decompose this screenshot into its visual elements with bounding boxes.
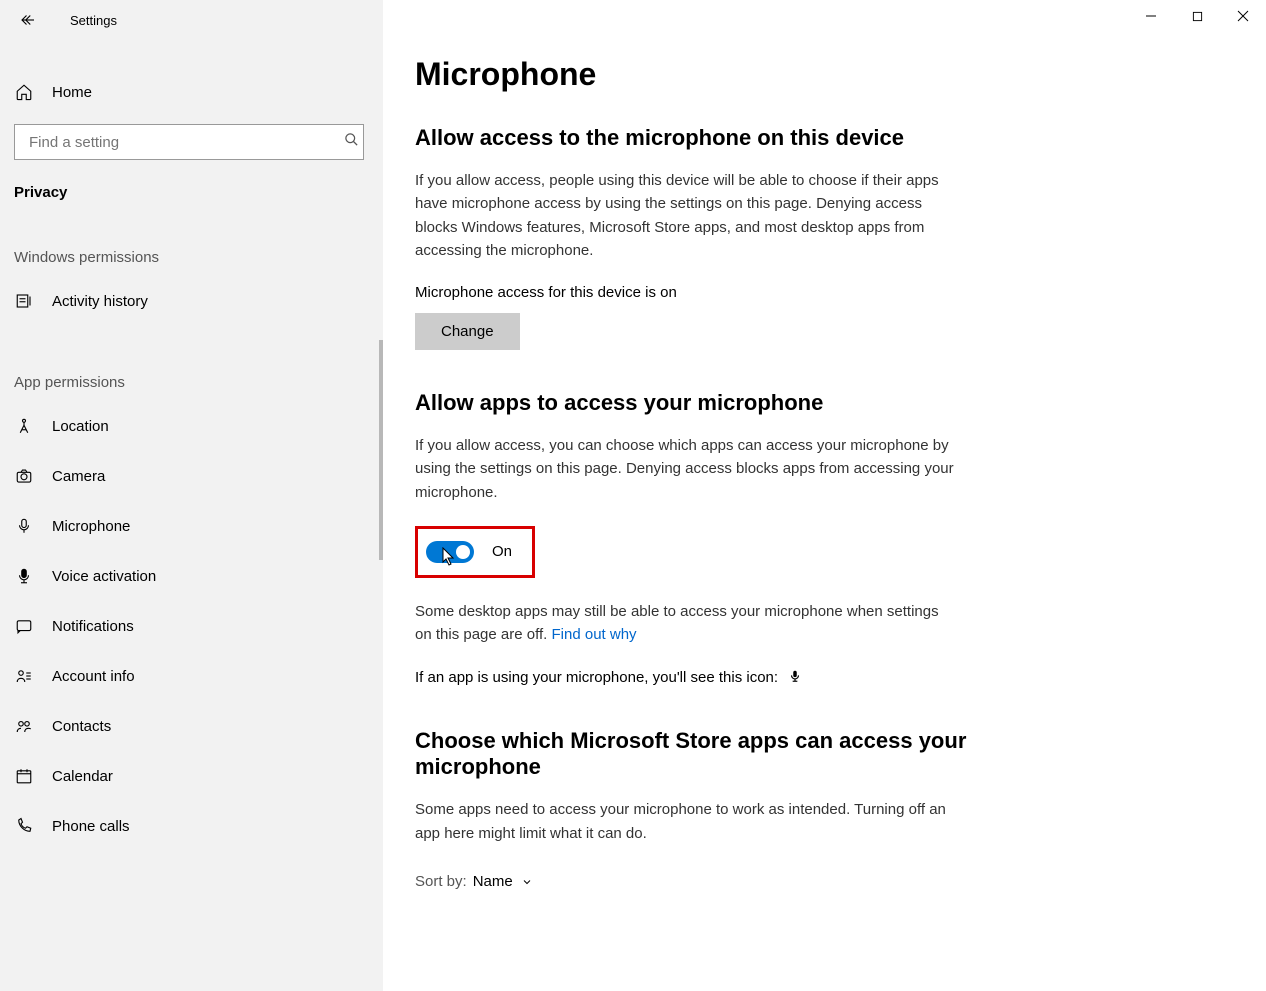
home-nav[interactable]: Home [0, 68, 383, 116]
toggle-knob [456, 545, 470, 559]
sidebar-item-label: Voice activation [52, 568, 156, 585]
window-controls [1128, 0, 1266, 32]
group-app-permissions: App permissions [0, 326, 383, 401]
maximize-icon [1192, 11, 1203, 22]
sidebar-item-label: Activity history [52, 293, 148, 310]
category-label: Privacy [0, 160, 383, 201]
phone-icon [14, 816, 34, 836]
sidebar-item-label: Contacts [52, 718, 111, 735]
sidebar-item-phone-calls[interactable]: Phone calls [0, 801, 383, 851]
camera-icon [14, 466, 34, 486]
close-button[interactable] [1220, 0, 1266, 32]
home-icon [14, 82, 34, 102]
sort-row: Sort by: Name [415, 873, 1063, 890]
change-button[interactable]: Change [415, 313, 520, 350]
desktop-apps-note: Some desktop apps may still be able to a… [415, 600, 955, 647]
toggle-highlight: On [415, 526, 535, 578]
back-button[interactable] [14, 6, 42, 34]
toggle-state-label: On [492, 543, 512, 560]
sidebar-item-label: Microphone [52, 518, 130, 535]
titlebar: Settings [0, 0, 383, 40]
home-label: Home [52, 84, 92, 101]
location-icon [14, 416, 34, 436]
search-icon [344, 132, 359, 152]
sidebar-item-activity-history[interactable]: Activity history [0, 276, 383, 326]
microphone-in-use-icon [788, 668, 802, 688]
close-icon [1237, 10, 1249, 22]
maximize-button[interactable] [1174, 0, 1220, 32]
sidebar-item-notifications[interactable]: Notifications [0, 601, 383, 651]
search-wrap [0, 124, 383, 160]
sidebar-item-label: Camera [52, 468, 105, 485]
sidebar-item-label: Location [52, 418, 109, 435]
in-use-note: If an app is using your microphone, you'… [415, 668, 1063, 688]
notifications-icon [14, 616, 34, 636]
contacts-icon [14, 716, 34, 736]
search-input[interactable] [14, 124, 364, 160]
arrow-left-icon [19, 11, 37, 29]
calendar-icon [14, 766, 34, 786]
main-content: Microphone Allow access to the microphon… [383, 0, 1266, 991]
section-allow-device-title: Allow access to the microphone on this d… [415, 125, 1063, 151]
sidebar-item-account-info[interactable]: Account info [0, 651, 383, 701]
sidebar-item-calendar[interactable]: Calendar [0, 751, 383, 801]
section-allow-apps-desc: If you allow access, you can choose whic… [415, 434, 955, 504]
minimize-button[interactable] [1128, 0, 1174, 32]
microphone-icon [14, 516, 34, 536]
sidebar-item-location[interactable]: Location [0, 401, 383, 451]
allow-apps-toggle[interactable] [426, 541, 474, 563]
device-access-status: Microphone access for this device is on [415, 284, 1063, 301]
account-info-icon [14, 666, 34, 686]
find-out-why-link[interactable]: Find out why [552, 626, 637, 643]
minimize-icon [1145, 10, 1157, 22]
section-choose-apps-title: Choose which Microsoft Store apps can ac… [415, 728, 1063, 780]
window-title: Settings [70, 13, 117, 28]
voice-activation-icon [14, 566, 34, 586]
sort-label: Sort by: [415, 873, 467, 890]
sidebar-item-label: Account info [52, 668, 135, 685]
sidebar-item-contacts[interactable]: Contacts [0, 701, 383, 751]
sidebar-item-label: Notifications [52, 618, 134, 635]
sidebar-item-microphone[interactable]: Microphone [0, 501, 383, 551]
chevron-down-icon [521, 876, 533, 888]
sidebar-item-label: Phone calls [52, 818, 130, 835]
section-allow-device-desc: If you allow access, people using this d… [415, 169, 955, 262]
sort-dropdown[interactable]: Name [473, 873, 533, 890]
sidebar: Settings Home Privacy Windows permission… [0, 0, 383, 991]
sidebar-item-camera[interactable]: Camera [0, 451, 383, 501]
section-allow-apps-title: Allow apps to access your microphone [415, 390, 1063, 416]
page-title: Microphone [415, 56, 1063, 93]
sidebar-item-voice-activation[interactable]: Voice activation [0, 551, 383, 601]
sidebar-item-label: Calendar [52, 768, 113, 785]
activity-history-icon [14, 291, 34, 311]
section-choose-apps-desc: Some apps need to access your microphone… [415, 798, 955, 845]
group-windows-permissions: Windows permissions [0, 201, 383, 276]
